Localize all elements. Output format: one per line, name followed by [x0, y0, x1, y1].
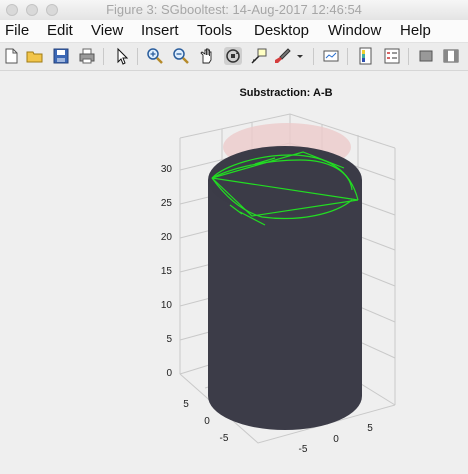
- chart-title: Substraction: A-B: [239, 87, 332, 99]
- menu-tools[interactable]: Tools: [197, 22, 232, 39]
- zoom-out-icon[interactable]: [172, 47, 190, 65]
- z-tick-label: 10: [161, 300, 173, 311]
- toolbar-separator: [137, 48, 138, 65]
- pointer-icon[interactable]: [113, 47, 131, 65]
- menu-file[interactable]: File: [5, 22, 29, 39]
- menu-bar: File Edit View Insert Tools Desktop Wind…: [0, 20, 468, 43]
- menu-view[interactable]: View: [91, 22, 123, 39]
- link-plot-icon[interactable]: [322, 47, 340, 65]
- y-tick-label: -5: [220, 433, 229, 444]
- plot-area[interactable]: Substraction: A-B 0 5 10 15 20 25 30 5 0…: [0, 71, 468, 474]
- toolbar-separator: [313, 48, 314, 65]
- x-tick-label: 0: [333, 434, 339, 445]
- save-icon[interactable]: [52, 47, 70, 65]
- z-tick-label: 20: [161, 232, 173, 243]
- y-tick-label: 5: [183, 399, 189, 410]
- z-tick-label: 15: [161, 266, 173, 277]
- new-figure-icon[interactable]: [2, 47, 20, 65]
- title-bar: Figure 3: SGbooltest: 14-Aug-2017 12:46:…: [0, 0, 468, 21]
- toolbar-separator: [103, 48, 104, 65]
- data-cursor-icon[interactable]: [250, 47, 268, 65]
- x-tick-label: -5: [299, 444, 308, 455]
- x-tick-label: 5: [367, 423, 373, 434]
- menu-edit[interactable]: Edit: [47, 22, 73, 39]
- menu-window[interactable]: Window: [328, 22, 381, 39]
- pan-icon[interactable]: [198, 47, 216, 65]
- toolbar-separator: [408, 48, 409, 65]
- menu-help[interactable]: Help: [400, 22, 431, 39]
- y-tick-label: 0: [204, 416, 210, 427]
- menu-desktop[interactable]: Desktop: [254, 22, 309, 39]
- brush-dropdown-icon[interactable]: [295, 47, 305, 65]
- z-tick-label: 30: [161, 164, 173, 175]
- window-title: Figure 3: SGbooltest: 14-Aug-2017 12:46:…: [106, 2, 362, 17]
- z-tick-label: 25: [161, 198, 173, 209]
- z-tick-label: 0: [166, 368, 172, 379]
- colorbar-icon[interactable]: [357, 47, 375, 65]
- axes-3d[interactable]: Substraction: A-B 0 5 10 15 20 25 30 5 0…: [0, 71, 468, 474]
- legend-icon[interactable]: [383, 47, 401, 65]
- toolbar-separator: [347, 48, 348, 65]
- hide-plot-tools-icon[interactable]: [417, 47, 435, 65]
- open-file-icon[interactable]: [26, 47, 44, 65]
- print-icon[interactable]: [78, 47, 96, 65]
- figure-toolbar: [0, 43, 468, 71]
- figure-window: Figure 3: SGbooltest: 14-Aug-2017 12:46:…: [0, 0, 468, 474]
- menu-insert[interactable]: Insert: [141, 22, 179, 39]
- zoom-in-icon[interactable]: [146, 47, 164, 65]
- brush-icon[interactable]: [274, 47, 292, 65]
- z-tick-label: 5: [166, 334, 172, 345]
- rotate-3d-icon[interactable]: [224, 47, 242, 65]
- show-plot-tools-icon[interactable]: [442, 47, 460, 65]
